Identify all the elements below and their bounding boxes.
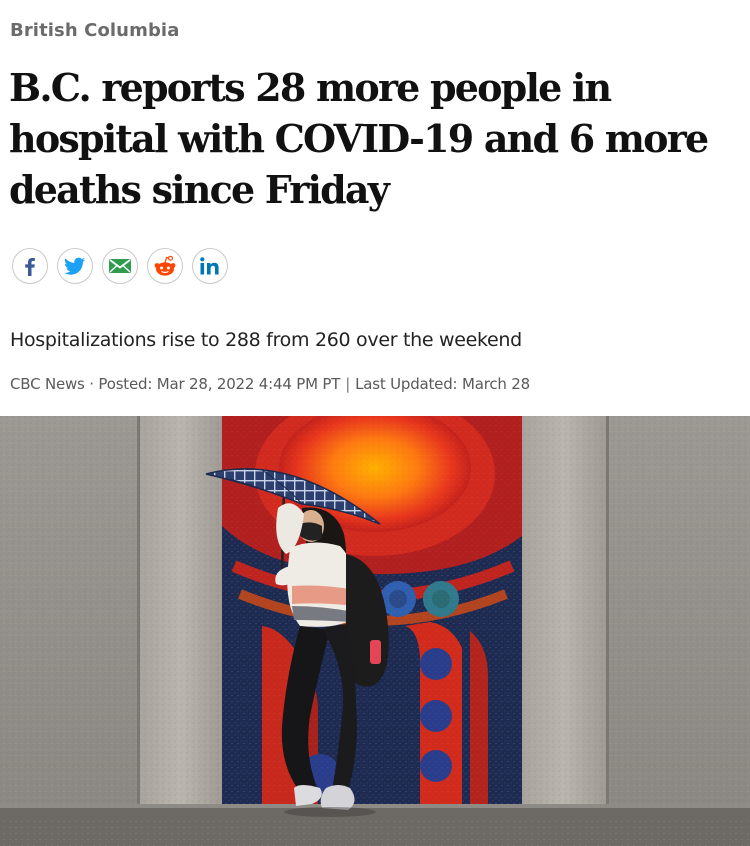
byline: CBC News · Posted: Mar 28, 2022 4:44 PM … bbox=[10, 375, 530, 393]
share-reddit-button[interactable] bbox=[147, 248, 183, 284]
byline-posted: Posted: Mar 28, 2022 4:44 PM PT bbox=[98, 375, 341, 393]
twitter-icon bbox=[64, 257, 85, 275]
share-bar bbox=[12, 248, 228, 284]
email-icon bbox=[109, 259, 131, 273]
byline-separator: | bbox=[345, 375, 351, 393]
hero-photo bbox=[0, 416, 750, 846]
reddit-icon bbox=[154, 255, 176, 276]
hero-image bbox=[0, 416, 750, 846]
byline-source: CBC News bbox=[10, 375, 85, 393]
section-link[interactable]: British Columbia bbox=[10, 20, 179, 41]
byline-updated: Last Updated: March 28 bbox=[355, 375, 530, 393]
article-page: British Columbia B.C. reports 28 more pe… bbox=[0, 0, 750, 846]
facebook-icon bbox=[25, 258, 35, 276]
linkedin-icon bbox=[200, 257, 219, 275]
share-twitter-button[interactable] bbox=[57, 248, 93, 284]
share-facebook-button[interactable] bbox=[12, 248, 48, 284]
article-deck: Hospitalizations rise to 288 from 260 ov… bbox=[10, 329, 522, 351]
headline: B.C. reports 28 more people in hospital … bbox=[9, 65, 709, 212]
share-email-button[interactable] bbox=[102, 248, 138, 284]
share-linkedin-button[interactable] bbox=[192, 248, 228, 284]
